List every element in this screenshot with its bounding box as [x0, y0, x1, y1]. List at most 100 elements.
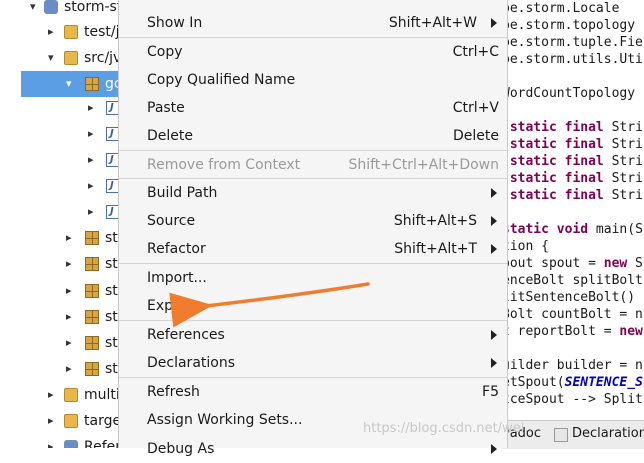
menu-item-remove-from-context: Remove from Context Shift+Ctrl+Alt+Down — [119, 151, 507, 179]
expand-right-icon[interactable]: ▸ — [88, 173, 94, 199]
code-line: t reportBolt = new — [502, 324, 643, 339]
source-folder-icon — [64, 388, 78, 402]
expand-right-icon[interactable]: ▸ — [88, 121, 94, 147]
tree-item-label: multi — [84, 387, 118, 403]
menu-item-label: Refresh — [147, 384, 200, 400]
library-icon — [64, 440, 78, 448]
menu-item-label: Remove from Context — [147, 157, 301, 173]
code-line: tceSpout --> SplitS — [502, 392, 644, 405]
tree-item-label: gc — [105, 76, 118, 92]
menu-item-label: References — [147, 327, 225, 343]
expand-down-icon[interactable]: ▾ — [30, 0, 36, 20]
java-file-icon — [106, 173, 118, 199]
expand-right-icon[interactable]: ▸ — [48, 19, 54, 45]
menu-item-shortcut: Ctrl+C — [452, 44, 499, 60]
expand-right-icon[interactable]: ▸ — [48, 408, 54, 434]
menu-item-label: Copy — [147, 44, 183, 60]
menu-item-paste[interactable]: Paste Ctrl+V — [119, 94, 507, 122]
expand-right-icon[interactable]: ▸ — [88, 95, 94, 121]
code-line: pe.storm.Locale — [502, 1, 620, 16]
code-line: tion { — [502, 239, 549, 254]
menu-item-export[interactable]: Export... — [119, 292, 507, 320]
folder-icon — [64, 414, 78, 428]
menu-item-import[interactable]: Import... — [119, 264, 507, 292]
menu-item-show-in[interactable]: Show In Shift+Alt+W — [119, 9, 507, 37]
expand-down-icon[interactable]: ▾ — [48, 45, 54, 71]
menu-separator — [119, 320, 507, 321]
expand-right-icon[interactable]: ▸ — [66, 304, 72, 330]
expand-right-icon[interactable]: ▸ — [66, 225, 72, 251]
project-icon — [44, 0, 58, 14]
tree-item-label: st — [105, 283, 118, 299]
code-line: static final Stri — [509, 188, 643, 203]
source-folder-icon — [64, 25, 78, 39]
menu-item-references[interactable]: References — [119, 321, 507, 349]
code-line: static final Stri — [509, 137, 643, 152]
submenu-arrow-icon — [491, 330, 497, 340]
menu-item-shortcut: Shift+Alt+W — [388, 15, 477, 31]
java-file-icon — [106, 199, 118, 225]
package-icon — [85, 310, 99, 324]
package-icon — [85, 336, 99, 350]
code-line: static void main(S — [502, 222, 643, 237]
menu-item-shortcut: Shift+Alt+T — [394, 241, 477, 257]
tree-item-label: storm-st — [64, 0, 118, 15]
menu-item-label: Refactor — [147, 241, 206, 257]
menu-item-label: Assign Working Sets... — [147, 412, 303, 428]
menu-item-label: Export... — [147, 298, 207, 314]
expand-right-icon[interactable]: ▸ — [66, 278, 72, 304]
tree-item-label: st — [105, 309, 118, 325]
tab-declaration[interactable]: Declaration — [572, 426, 644, 441]
code-line: static final Stri — [509, 171, 643, 186]
java-file-icon — [106, 147, 118, 173]
code-line: pe.storm.tuple.Fie — [502, 35, 643, 50]
menu-item-build-path[interactable]: Build Path — [119, 179, 507, 207]
java-editor[interactable]: pe.storm.Locale pe.storm.topology pe.storm… — [502, 0, 644, 405]
tree-item[interactable]: ▾ gc — [21, 71, 118, 97]
menu-item-label: Copy Qualified Name — [147, 72, 296, 88]
code-line: static final Stri — [509, 154, 643, 169]
tree-item-label: src/jv — [84, 50, 118, 66]
menu-item-shortcut: F5 — [482, 384, 499, 400]
java-file-icon — [106, 121, 118, 147]
submenu-arrow-icon — [491, 188, 497, 198]
code-line: static final Stri — [509, 120, 643, 135]
menu-item-label: Paste — [147, 100, 185, 116]
code-line: uilder builder = n — [502, 358, 643, 373]
java-file-icon — [106, 95, 118, 121]
menu-item-label: Delete — [147, 128, 193, 144]
package-icon — [85, 231, 99, 245]
expand-right-icon[interactable]: ▸ — [48, 434, 54, 448]
menu-item-source[interactable]: Source Shift+Alt+S — [119, 207, 507, 235]
menu-item-copy[interactable]: Copy Ctrl+C — [119, 38, 507, 66]
tree-item-label: targe — [84, 413, 118, 429]
menu-item-refactor[interactable]: Refactor Shift+Alt+T — [119, 235, 507, 263]
expand-right-icon[interactable]: ▸ — [66, 330, 72, 356]
menu-item-shortcut: Shift+Ctrl+Alt+Down — [348, 157, 499, 173]
menu-separator — [119, 150, 507, 151]
code-line: Bolt countBolt = n — [502, 307, 643, 322]
expand-right-icon[interactable]: ▸ — [66, 251, 72, 277]
menu-item-delete[interactable]: Delete Delete — [119, 122, 507, 150]
expand-right-icon[interactable]: ▸ — [88, 147, 94, 173]
expand-down-icon[interactable]: ▾ — [66, 71, 72, 97]
code-line: etSpout(SENTENCE_S — [502, 375, 643, 390]
menu-item-shortcut: Shift+Alt+S — [393, 213, 477, 229]
tree-item-label: st — [105, 230, 118, 246]
menu-item-refresh[interactable]: Refresh F5 — [119, 378, 507, 406]
code-line: pout spout = new S — [502, 256, 643, 271]
menu-item-declarations[interactable]: Declarations — [119, 349, 507, 377]
menu-separator — [119, 263, 507, 264]
tree-item-label: test/j — [84, 24, 118, 40]
code-line: enceBolt splitBolt — [502, 273, 643, 288]
menu-item-debug-as[interactable]: Debug As — [119, 435, 507, 463]
source-folder-icon — [64, 51, 78, 65]
menu-item-label: Debug As — [147, 441, 215, 457]
code-line: litSentenceBolt() — [502, 290, 636, 305]
expand-right-icon[interactable]: ▸ — [88, 199, 94, 225]
menu-item-shortcut: Delete — [453, 128, 499, 144]
expand-right-icon[interactable]: ▸ — [66, 356, 72, 382]
expand-right-icon[interactable]: ▸ — [48, 382, 54, 408]
project-explorer-tree: ▾storm-st▸test/j▾src/jv▾gc▸▸▸▸▸▸st▸st▸st… — [0, 0, 118, 448]
menu-item-copy-qualified-name[interactable]: Copy Qualified Name — [119, 66, 507, 94]
